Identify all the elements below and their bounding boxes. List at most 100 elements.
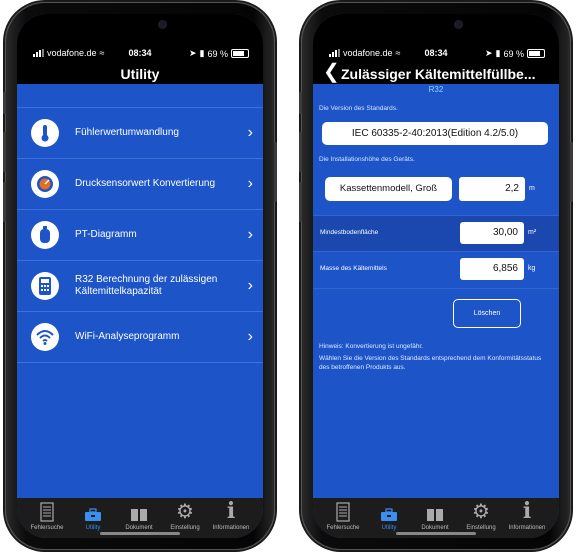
chevron-right-icon: › xyxy=(247,226,253,243)
refrigerant-label: R32 xyxy=(428,85,444,94)
list-item-label: PT-Diagramm xyxy=(75,229,137,240)
hint-text: Hinweis: Konvertierung ist ungefähr. xyxy=(319,343,424,350)
list-item-label: Fühlerwertumwandlung xyxy=(75,127,179,138)
battery-status: ➤ ▮ 69 % xyxy=(485,48,545,59)
gear-icon: ⚙ xyxy=(472,501,490,523)
tab-label: Informationen xyxy=(508,525,546,531)
standard-caption: Die Version des Standards. xyxy=(319,105,398,112)
floor-area-unit: m² xyxy=(528,229,537,236)
power-button xyxy=(274,142,277,202)
refrigerant-mass-unit: kg xyxy=(528,265,536,272)
chevron-right-icon: › xyxy=(247,175,253,192)
gear-icon: ⚙ xyxy=(176,501,194,523)
pressure-gauge-icon xyxy=(31,170,59,198)
calculator-form: R32 Die Version des Standards. IEC 60335… xyxy=(313,84,559,498)
mute-switch xyxy=(3,92,6,114)
calculator-icon xyxy=(31,272,59,300)
tab-informationen[interactable]: i Informationen xyxy=(209,498,253,531)
volume-up-button xyxy=(299,132,302,172)
volume-down-button xyxy=(299,182,302,222)
tab-utility[interactable]: Utility xyxy=(71,498,115,531)
refrigerant-mass-row: Masse des Kältemittels 6,856 kg xyxy=(313,251,559,289)
chevron-right-icon: › xyxy=(247,328,253,345)
notch xyxy=(374,14,498,36)
camera xyxy=(455,21,462,28)
info-icon: i xyxy=(522,498,532,524)
camera xyxy=(159,21,166,28)
status-bar: vodafone.de ≈ 08:34 ➤ ▮ 69 % xyxy=(17,48,263,62)
floor-area-row: Mindestbodenfläche 30,00 m² xyxy=(313,215,559,253)
tab-label: Dokument xyxy=(125,525,153,531)
tab-label: Utility xyxy=(381,525,397,531)
info-icon: i xyxy=(226,498,236,524)
screen: vodafone.de ≈ 08:34 ➤ ▮ 69 % Utility Füh… xyxy=(17,14,263,538)
location-icon: ➤ xyxy=(484,48,493,58)
chevron-right-icon: › xyxy=(247,124,253,141)
list-item-wifi-analyse[interactable]: WiFi-Analyseprogramm › xyxy=(17,312,263,363)
instruction-text: Wählen Sie die Version des Standards ent… xyxy=(319,355,542,371)
notch xyxy=(78,14,202,36)
list-item-label: Drucksensorwert Konvertierung xyxy=(75,178,216,189)
list-item-r32-berechnung[interactable]: R32 Berechnung der zulässigen Kältemitte… xyxy=(17,261,263,312)
screen: vodafone.de ≈ 08:34 ➤ ▮ 69 % ❮ Zulässige… xyxy=(313,14,559,538)
phone-right: vodafone.de ≈ 08:34 ➤ ▮ 69 % ❮ Zulässige… xyxy=(299,2,573,550)
tab-label: Fehlersuche xyxy=(326,525,360,531)
tab-label: Einstellung xyxy=(466,525,496,531)
tab-label: Utility xyxy=(85,525,101,531)
tab-label: Informationen xyxy=(212,525,250,531)
power-button xyxy=(570,142,573,202)
tab-bar: Fehlersuche Utility Dokument ⚙ Einstellu… xyxy=(17,498,263,538)
utility-list: Fühlerwertumwandlung › Drucksensorwert K… xyxy=(17,107,263,363)
floor-area-value: 30,00 xyxy=(460,222,524,244)
tab-informationen[interactable]: i Informationen xyxy=(505,498,549,531)
mute-switch xyxy=(299,92,302,114)
phone-left: vodafone.de ≈ 08:34 ➤ ▮ 69 % Utility Füh… xyxy=(3,2,277,550)
tab-utility[interactable]: Utility xyxy=(367,498,411,531)
book-icon xyxy=(413,498,457,522)
list-item-pt-diagramm[interactable]: PT-Diagramm › xyxy=(17,210,263,261)
tab-label: Dokument xyxy=(421,525,449,531)
tab-label: Fehlersuche xyxy=(30,525,64,531)
height-unit: m xyxy=(529,185,535,192)
wifi-icon xyxy=(31,323,59,351)
toolbox-icon xyxy=(71,498,115,522)
page-title: Zulässiger Kältemittelfüllbe... xyxy=(341,66,536,82)
home-indicator xyxy=(100,532,180,535)
tab-einstellung[interactable]: ⚙ Einstellung xyxy=(459,498,503,531)
tab-dokument[interactable]: Dokument xyxy=(117,498,161,531)
document-list-icon xyxy=(321,498,365,522)
alarm-icon: ▮ xyxy=(199,48,205,58)
page-title: Utility xyxy=(120,66,160,82)
home-indicator xyxy=(396,532,476,535)
chevron-right-icon: › xyxy=(247,277,253,294)
height-caption: Die Installationshöhe des Geräts. xyxy=(319,156,415,163)
volume-up-button xyxy=(3,132,6,172)
floor-area-label: Mindestbodenfläche xyxy=(320,229,379,236)
tab-fehlersuche[interactable]: Fehlersuche xyxy=(321,498,365,531)
list-item-label: WiFi-Analyseprogramm xyxy=(75,331,180,342)
refrigerant-mass-value: 6,856 xyxy=(460,258,524,280)
gas-cylinder-icon xyxy=(31,221,59,249)
thermometer-icon xyxy=(31,119,59,147)
list-item-fuehlerwert[interactable]: Fühlerwertumwandlung › xyxy=(17,108,263,159)
list-item-drucksensor[interactable]: Drucksensorwert Konvertierung › xyxy=(17,159,263,210)
toolbox-icon xyxy=(367,498,411,522)
tab-fehlersuche[interactable]: Fehlersuche xyxy=(25,498,69,531)
battery-icon xyxy=(231,49,249,58)
tab-einstellung[interactable]: ⚙ Einstellung xyxy=(163,498,207,531)
battery-label: 69 % xyxy=(207,48,228,59)
tab-label: Einstellung xyxy=(170,525,200,531)
tab-dokument[interactable]: Dokument xyxy=(413,498,457,531)
tab-bar: Fehlersuche Utility Dokument ⚙ Einstellu… xyxy=(313,498,559,538)
back-button[interactable]: ❮ xyxy=(323,62,340,82)
battery-icon xyxy=(527,49,545,58)
refrigerant-mass-label: Masse des Kältemittels xyxy=(320,265,387,272)
document-list-icon xyxy=(25,498,69,522)
battery-status: ➤ ▮ 69 % xyxy=(189,48,249,59)
location-icon: ➤ xyxy=(188,48,197,58)
height-input[interactable]: 2,2 xyxy=(459,177,525,201)
model-select[interactable]: Kassettenmodell, Groß xyxy=(325,177,452,201)
clear-button[interactable]: Löschen xyxy=(453,299,521,328)
standard-select[interactable]: IEC 60335-2-40:2013(Edition 4.2/5.0) xyxy=(322,122,548,145)
book-icon xyxy=(117,498,161,522)
